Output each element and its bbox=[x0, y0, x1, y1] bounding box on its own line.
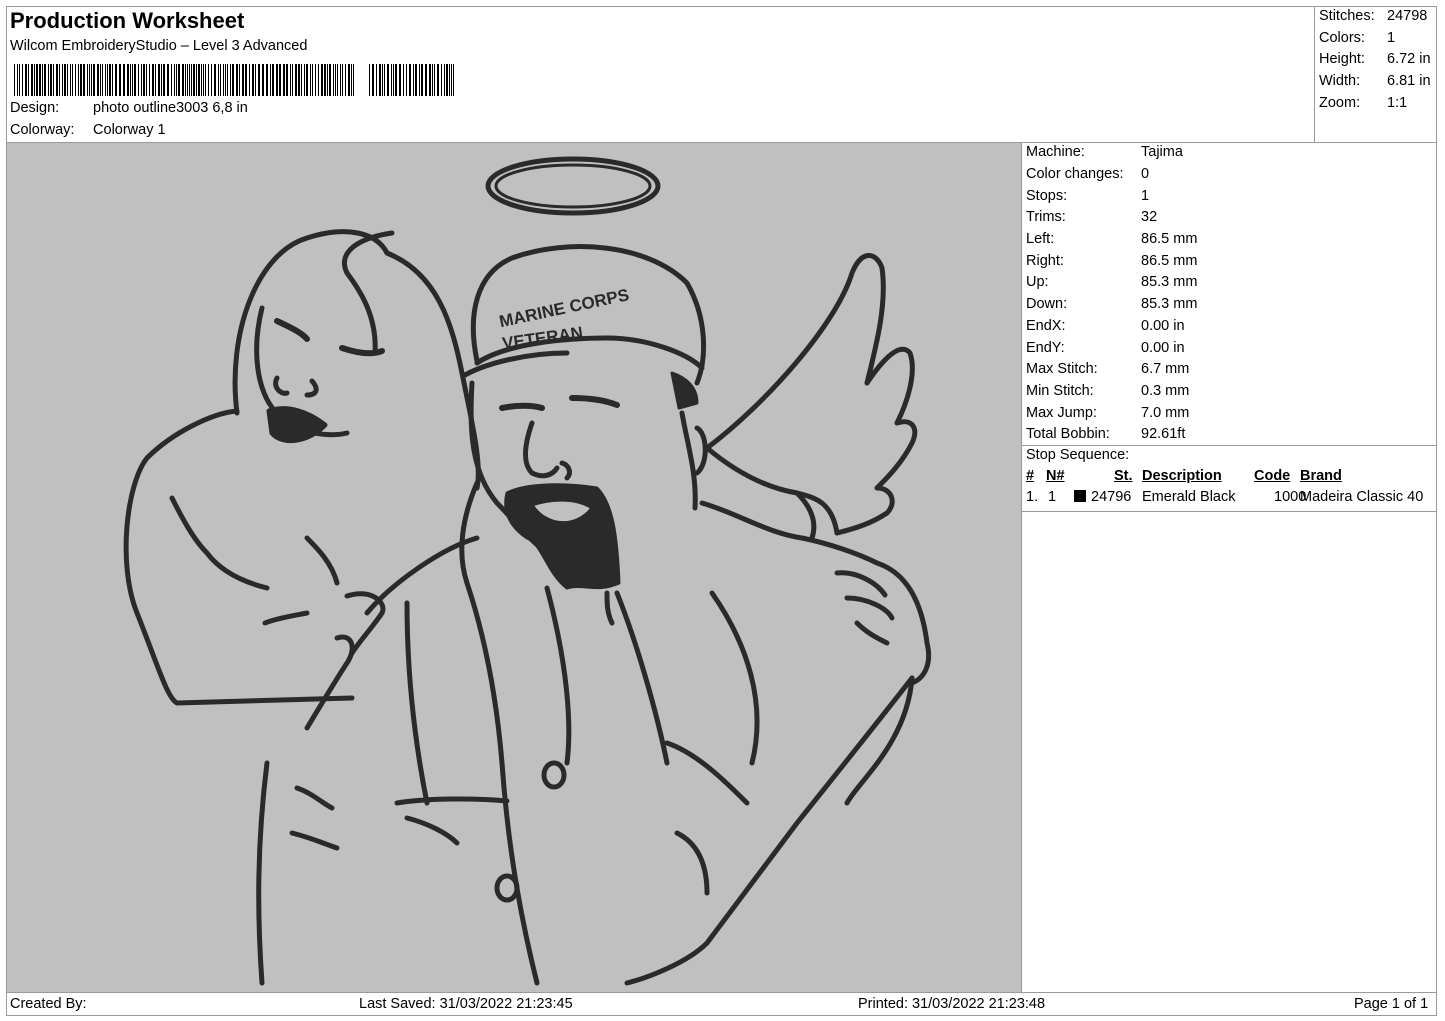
info-endx: EndX: 0.00 in bbox=[1026, 318, 1185, 334]
col-code: Code bbox=[1254, 468, 1291, 484]
stat-colors: Colors: 1 bbox=[1319, 30, 1396, 46]
page-title: Production Worksheet bbox=[10, 8, 245, 33]
angel-wing bbox=[704, 253, 886, 451]
info-color-changes: Color changes: 0 bbox=[1026, 166, 1150, 182]
printed-date: Printed: 31/03/2022 21:23:48 bbox=[858, 996, 1046, 1012]
info-stops: Stops: 1 bbox=[1026, 188, 1150, 204]
last-saved: Last Saved: 31/03/2022 21:23:45 bbox=[359, 996, 573, 1012]
row-description: Emerald Black bbox=[1142, 489, 1236, 505]
col-needle: N# bbox=[1046, 468, 1065, 484]
divider bbox=[1022, 445, 1437, 446]
row-num: 1. bbox=[1026, 489, 1039, 505]
color-swatch-box bbox=[1074, 490, 1086, 502]
embroidery-illustration: MARINE CORPS VETERAN bbox=[123, 156, 932, 986]
software-name: Wilcom EmbroideryStudio – Level 3 Advanc… bbox=[10, 38, 308, 54]
woman-hair bbox=[232, 229, 481, 491]
info-up: Up: 85.3 mm bbox=[1026, 274, 1198, 290]
info-endy: EndY: 0.00 in bbox=[1026, 340, 1185, 356]
design-row: Design: photo outline3003 6,8 in bbox=[10, 100, 248, 116]
halo bbox=[485, 156, 661, 216]
top-stats-panel: Stitches: 24798 Colors: 1 Height: 6.72 in W… bbox=[1314, 6, 1437, 143]
info-total-bobbin: Total Bobbin: 92.61ft bbox=[1026, 426, 1186, 442]
info-machine: Machine: Tajima bbox=[1026, 144, 1183, 160]
colorway-label: Colorway: bbox=[10, 122, 75, 138]
barcode bbox=[14, 64, 454, 96]
colorway-value: Colorway 1 bbox=[93, 122, 166, 138]
page-number: Page 1 of 1 bbox=[1354, 996, 1429, 1012]
col-brand: Brand bbox=[1300, 468, 1342, 484]
worksheet-footer: Created By: Last Saved: 31/03/2022 21:23… bbox=[6, 992, 1437, 1016]
created-by: Created By: bbox=[10, 996, 87, 1012]
info-left: Left: 86.5 mm bbox=[1026, 231, 1198, 247]
stat-stitches: Stitches: 24798 bbox=[1319, 8, 1428, 24]
col-stitches: St. bbox=[1114, 468, 1133, 484]
design-preview: MARINE CORPS VETERAN bbox=[7, 143, 1021, 992]
stop-sequence-title: Stop Sequence: bbox=[1026, 447, 1130, 463]
info-down: Down: 85.3 mm bbox=[1026, 296, 1198, 312]
info-max-jump: Max Jump: 7.0 mm bbox=[1026, 405, 1190, 421]
stat-zoom: Zoom: 1:1 bbox=[1319, 95, 1408, 111]
row-needle: 1 bbox=[1048, 489, 1057, 505]
machine-info-panel: Machine: Tajima Color changes: 0 Stops: 1 T… bbox=[1021, 143, 1437, 992]
col-num: # bbox=[1026, 468, 1035, 484]
row-stitches: 24796 bbox=[1091, 489, 1132, 505]
divider bbox=[1022, 511, 1437, 512]
worksheet-header: Production Worksheet Wilcom EmbroiderySt… bbox=[6, 6, 1314, 143]
col-description: Description bbox=[1142, 468, 1222, 484]
stat-width: Width: 6.81 in bbox=[1319, 73, 1431, 89]
cap-text-top: MARINE CORPS bbox=[497, 285, 630, 331]
stat-height: Height: 6.72 in bbox=[1319, 51, 1431, 67]
info-min-stitch: Min Stitch: 0.3 mm bbox=[1026, 383, 1190, 399]
info-trims: Trims: 32 bbox=[1026, 209, 1158, 225]
info-right: Right: 86.5 mm bbox=[1026, 253, 1198, 269]
design-value: photo outline3003 6,8 in bbox=[93, 100, 248, 116]
row-brand: Madeira Classic 40 bbox=[1300, 489, 1424, 505]
design-label: Design: bbox=[10, 100, 60, 116]
colorway-row: Colorway: Colorway 1 bbox=[10, 122, 166, 138]
info-max-stitch: Max Stitch: 6.7 mm bbox=[1026, 361, 1190, 377]
hand-on-shoulder bbox=[874, 560, 932, 686]
